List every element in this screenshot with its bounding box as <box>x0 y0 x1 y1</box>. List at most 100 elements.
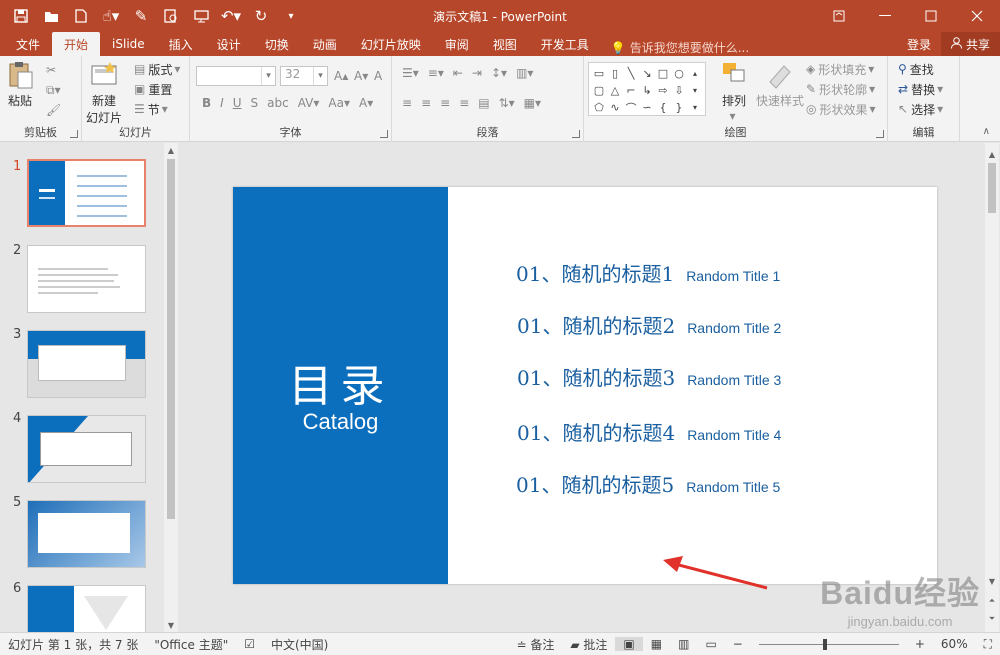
bullets-icon[interactable]: ☰▾ <box>402 66 419 80</box>
zoom-out-icon[interactable]: − <box>725 637 751 651</box>
font-size-input[interactable]: 32 ▾ <box>280 66 328 86</box>
login-button[interactable]: 登录 <box>897 36 941 53</box>
vtextbox-shape-icon[interactable]: ▯ <box>607 65 623 82</box>
shadow-icon[interactable]: S <box>251 96 259 110</box>
brace-close-shape-icon[interactable]: } <box>671 99 687 116</box>
shape-outline-button[interactable]: ✎ 形状轮廓 ▾ <box>806 79 878 99</box>
new-slide-button[interactable]: 新建 幻灯片 <box>86 60 122 126</box>
spellcheck-icon[interactable]: ☑ <box>236 637 263 651</box>
elbow-shape-icon[interactable]: ⌐ <box>623 82 639 99</box>
format-painter-icon[interactable]: 🖌 <box>46 100 64 120</box>
scroll-down-icon[interactable]: ▼ <box>985 574 999 588</box>
customize-icon[interactable]: ▾ <box>276 0 306 32</box>
line-spacing-icon[interactable]: ↕▾ <box>491 66 507 80</box>
spacing-icon[interactable]: AV▾ <box>298 96 320 110</box>
font-color-icon[interactable]: A▾ <box>359 96 373 110</box>
scroll-thumb[interactable] <box>988 163 996 213</box>
clear-format-icon[interactable]: A <box>374 66 382 86</box>
shape-fill-button[interactable]: ◈ 形状填充 ▾ <box>806 59 877 79</box>
thumbnail-2[interactable] <box>27 245 146 313</box>
reading-view-icon[interactable]: ▥ <box>670 637 697 651</box>
undo-icon[interactable]: ↶▾ <box>216 0 246 32</box>
font-launcher-icon[interactable] <box>380 130 388 138</box>
rect-shape-icon[interactable]: □ <box>655 65 671 82</box>
tab-insert[interactable]: 插入 <box>157 32 205 56</box>
more-shapes-icon[interactable]: ▾ <box>687 99 703 116</box>
line-shape-icon[interactable]: ╲ <box>623 65 639 82</box>
canvas-scrollbar[interactable]: ▲ ▼ ⏶ ⏷ <box>985 143 999 632</box>
text-direction-icon[interactable]: ⇅▾ <box>499 96 515 110</box>
zoom-slider[interactable] <box>758 638 899 650</box>
thumbnail-5[interactable] <box>27 500 146 568</box>
reset-button[interactable]: ▣ 重置 <box>134 79 172 99</box>
zoom-level[interactable]: 60% <box>933 637 976 651</box>
arc-shape-icon[interactable]: ⌒ <box>623 99 639 116</box>
tell-me-box[interactable]: 💡 告诉我您想要做什么... <box>601 39 749 56</box>
slide[interactable]: 目录 Catalog 01、随机的标题1 Random Title 1 01、随… <box>233 187 937 584</box>
thumbnails-scrollbar[interactable]: ▲ ▼ <box>164 143 178 632</box>
tab-design[interactable]: 设计 <box>205 32 253 56</box>
next-slide-icon[interactable]: ⏷ <box>985 612 999 626</box>
pentagon-shape-icon[interactable]: ⬠ <box>591 99 607 116</box>
strikethrough-icon[interactable]: abc <box>267 96 289 110</box>
open-icon[interactable] <box>36 0 66 32</box>
thumbnail-6[interactable] <box>27 585 146 635</box>
prev-slide-icon[interactable]: ⏶ <box>985 594 999 608</box>
shapes-gallery[interactable]: ▭ ▯ ╲ ↘ □ ○ ▴ ▢ △ ⌐ ↳ ⇨ ⇩ ▾ ⬠ ∿ ⌒ ∽ { } … <box>588 62 706 116</box>
textbox-shape-icon[interactable]: ▭ <box>591 65 607 82</box>
new-icon[interactable] <box>66 0 96 32</box>
scroll-down-icon[interactable]: ▼ <box>164 618 178 632</box>
align-right-icon[interactable]: ≡ <box>440 96 450 110</box>
cut-icon[interactable]: ✂ <box>46 60 59 80</box>
normal-view-icon[interactable]: ▣ <box>615 637 643 651</box>
bold-icon[interactable]: B <box>202 96 211 110</box>
thumbnail-1[interactable] <box>27 159 146 227</box>
columns-icon[interactable]: ▥▾ <box>516 66 533 80</box>
tab-home[interactable]: 开始 <box>52 32 101 56</box>
tab-transitions[interactable]: 切换 <box>253 32 301 56</box>
notes-button[interactable]: ≐ 备注 <box>508 636 562 653</box>
brace-open-shape-icon[interactable]: { <box>655 99 671 116</box>
quick-styles-button[interactable]: 快速样式 <box>756 60 804 109</box>
collapse-ribbon-icon[interactable]: ∧ <box>983 126 990 137</box>
connector-shape-icon[interactable]: ↳ <box>639 82 655 99</box>
find-button[interactable]: ⚲ 查找 <box>898 59 934 79</box>
replace-button[interactable]: ⇄ 替换 ▾ <box>898 79 946 99</box>
right-arrow-shape-icon[interactable]: ⇨ <box>655 82 671 99</box>
scroll-up-icon[interactable]: ▲ <box>985 147 999 161</box>
slide-sorter-icon[interactable]: ▦ <box>643 637 670 651</box>
save-icon[interactable] <box>6 0 36 32</box>
minimize-icon[interactable] <box>862 0 908 32</box>
tab-developer[interactable]: 开发工具 <box>529 32 601 56</box>
thumbnail-3[interactable] <box>27 330 146 398</box>
close-icon[interactable] <box>954 0 1000 32</box>
tab-slideshow[interactable]: 幻灯片放映 <box>349 32 433 56</box>
redo-icon[interactable]: ↻ <box>246 0 276 32</box>
tab-file[interactable]: 文件 <box>0 32 52 56</box>
decrease-indent-icon[interactable]: ⇤ <box>453 66 463 80</box>
underline-icon[interactable]: U <box>233 96 242 110</box>
slideshow-icon[interactable]: ▭ <box>697 637 724 651</box>
language[interactable]: 中文(中国) <box>263 636 336 653</box>
maximize-icon[interactable] <box>908 0 954 32</box>
scroll-thumb[interactable] <box>167 159 175 519</box>
present-icon[interactable] <box>186 0 216 32</box>
scroll-up-icon[interactable]: ▲ <box>164 143 178 157</box>
zoom-in-icon[interactable]: + <box>907 637 933 651</box>
distribute-icon[interactable]: ▤ <box>478 96 489 110</box>
italic-icon[interactable]: I <box>220 96 224 110</box>
shrink-font-icon[interactable]: A ▼ <box>354 66 368 86</box>
font-name-input[interactable]: ▾ <box>196 66 276 86</box>
increase-indent-icon[interactable]: ⇥ <box>472 66 482 80</box>
select-button[interactable]: ↖ 选择 ▾ <box>898 99 946 119</box>
preview-icon[interactable] <box>156 0 186 32</box>
zoom-knob[interactable] <box>822 638 827 650</box>
triangle-shape-icon[interactable]: △ <box>607 82 623 99</box>
numbering-icon[interactable]: ≡▾ <box>428 66 444 80</box>
thumbnail-4[interactable] <box>27 415 146 483</box>
roundrect-shape-icon[interactable]: ▢ <box>591 82 607 99</box>
align-center-icon[interactable]: ≡ <box>421 96 431 110</box>
down-arrow-shape-icon[interactable]: ⇩ <box>671 82 687 99</box>
share-button[interactable]: 共享 <box>940 32 1000 56</box>
align-left-icon[interactable]: ≡ <box>402 96 412 110</box>
